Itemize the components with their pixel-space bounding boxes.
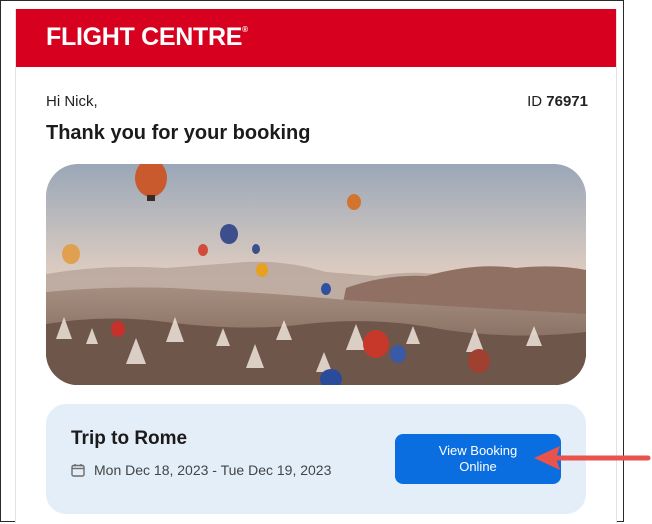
hero-image bbox=[46, 164, 586, 385]
email-body: FLIGHT CENTRE® Hi Nick, ID 76971 Thank y… bbox=[15, 9, 617, 523]
hot-air-balloons-image bbox=[46, 164, 586, 385]
booking-id-label: ID bbox=[527, 93, 543, 110]
flight-centre-logo[interactable]: FLIGHT CENTRE® bbox=[46, 23, 248, 52]
booking-id-value: 76971 bbox=[546, 93, 588, 110]
booking-id: ID 76971 bbox=[527, 93, 588, 110]
brand-header: FLIGHT CENTRE® bbox=[16, 9, 616, 67]
trip-title: Trip to Rome bbox=[71, 428, 188, 449]
arrow-left-icon bbox=[534, 446, 651, 470]
page-title: Thank you for your booking bbox=[46, 122, 311, 144]
trip-dates-text: Mon Dec 18, 2023 - Tue Dec 19, 2023 bbox=[94, 462, 332, 478]
trip-dates: Mon Dec 18, 2023 - Tue Dec 19, 2023 bbox=[71, 462, 331, 478]
trip-card: Trip to Rome Mon Dec 18, 2023 - Tue Dec … bbox=[46, 404, 586, 514]
calendar-icon bbox=[71, 464, 85, 477]
greeting: Hi Nick, bbox=[46, 93, 98, 110]
